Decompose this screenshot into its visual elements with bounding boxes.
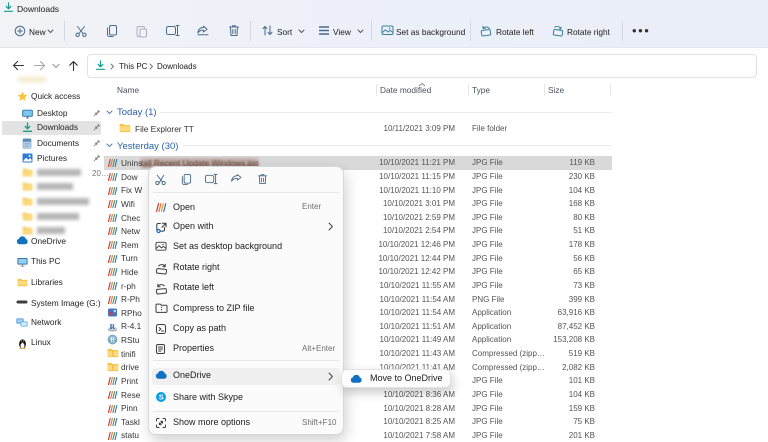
svg-text:S: S <box>159 393 164 402</box>
